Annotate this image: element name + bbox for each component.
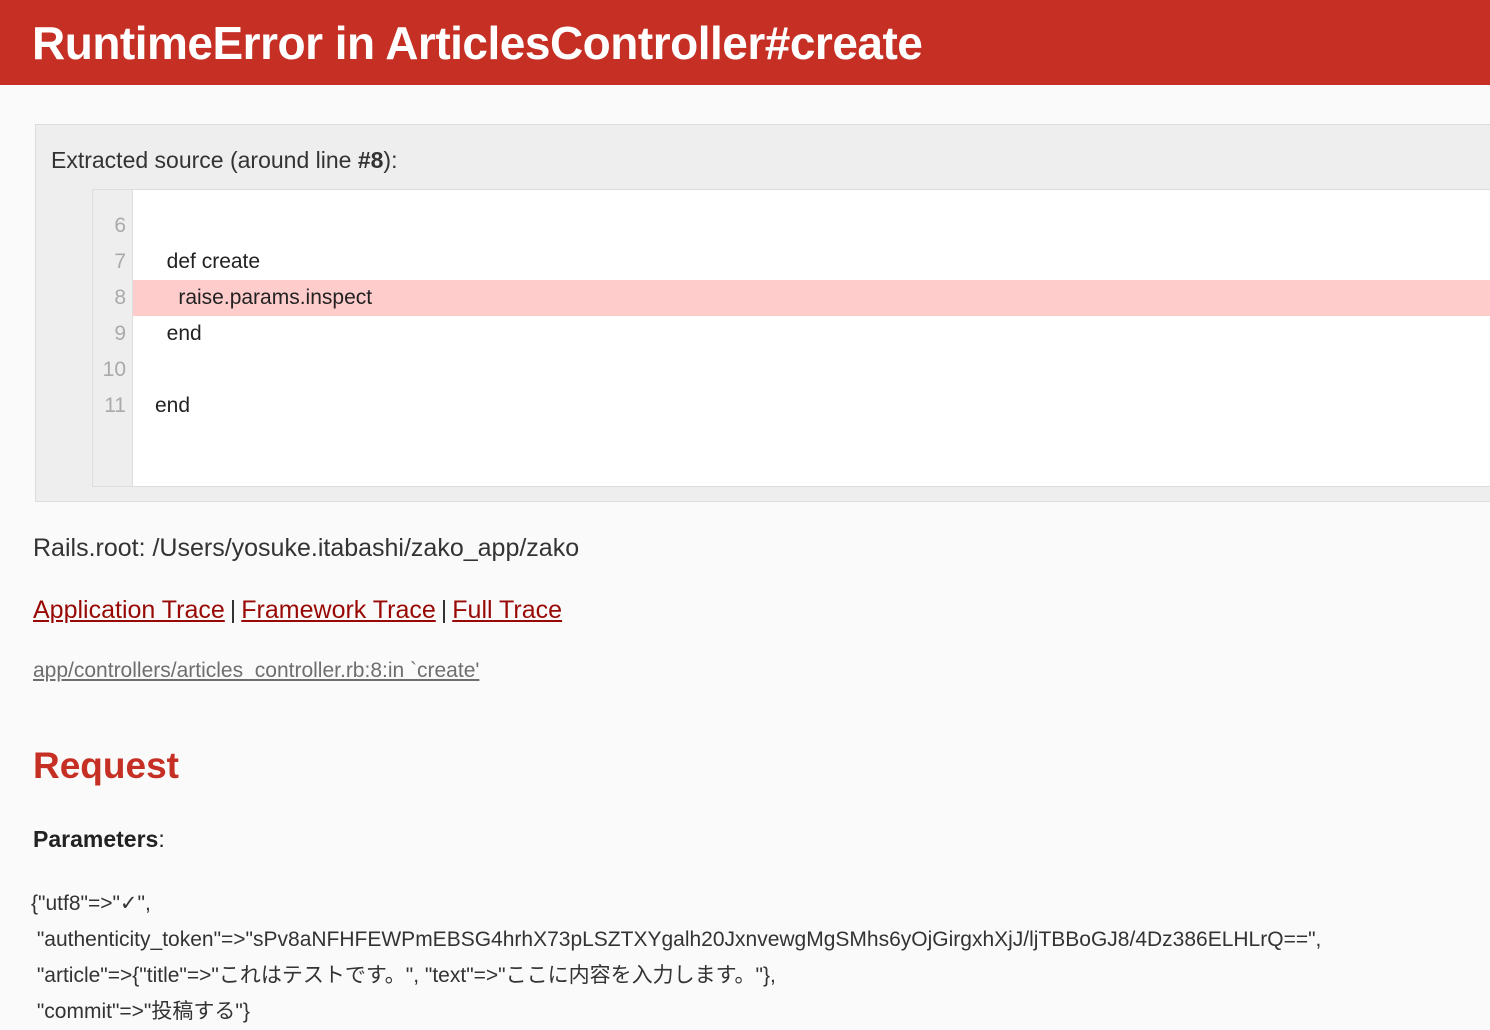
- line-number: 7: [114, 249, 126, 273]
- source-title-suffix: ):: [383, 147, 398, 173]
- line-number: 6: [114, 213, 126, 237]
- extracted-source-panel: Extracted source (around line #8): 6 7 8…: [35, 124, 1490, 502]
- parameters-label-colon: :: [158, 826, 165, 853]
- trace-entry-link[interactable]: app/controllers/articles_controller.rb:8…: [33, 659, 479, 682]
- code-block: 6 7 8 9 10 11 def create raise.params.in…: [92, 188, 1490, 487]
- trace-entry: app/controllers/articles_controller.rb:8…: [33, 657, 1490, 684]
- request-heading: Request: [33, 745, 179, 787]
- error-header: RuntimeError in ArticlesController#creat…: [0, 0, 1490, 85]
- line-number: 11: [104, 393, 126, 417]
- application-trace-link[interactable]: Application Trace: [33, 596, 225, 624]
- code-line-highlighted: raise.params.inspect: [133, 279, 1490, 316]
- parameters-label-text: Parameters: [33, 826, 159, 853]
- line-number: 9: [114, 321, 126, 345]
- trace-links: Application Trace | Framework Trace | Full T…: [33, 595, 1490, 626]
- extracted-source-title: Extracted source (around line #8):: [36, 139, 1490, 189]
- rails-root-path: Rails.root: /Users/yosuke.itabashi/zako_…: [33, 533, 580, 562]
- code-line: end: [155, 321, 202, 345]
- parameters-value: {"utf8"=>"✓", "authenticity_token"=>"sPv…: [31, 892, 1322, 1024]
- source-title-line-number: #8: [357, 147, 384, 173]
- page-title: RuntimeError in ArticlesController#creat…: [32, 16, 923, 69]
- main-content: Extracted source (around line #8): 6 7 8…: [0, 124, 1490, 1030]
- code-line: def create: [155, 249, 261, 273]
- line-number-gutter: 6 7 8 9 10 11: [93, 189, 133, 486]
- code-line: end: [155, 393, 191, 417]
- parameters-label: Parameters:: [33, 826, 1490, 853]
- source-title-prefix: Extracted source (around line: [51, 147, 358, 173]
- code-lines: def create raise.params.inspect end end: [133, 189, 1490, 486]
- trace-separator: |: [229, 595, 237, 624]
- line-number: 8: [114, 285, 126, 309]
- line-number: 10: [102, 357, 126, 381]
- full-trace-link[interactable]: Full Trace: [452, 596, 562, 624]
- trace-separator: |: [440, 595, 448, 624]
- framework-trace-link[interactable]: Framework Trace: [241, 596, 435, 624]
